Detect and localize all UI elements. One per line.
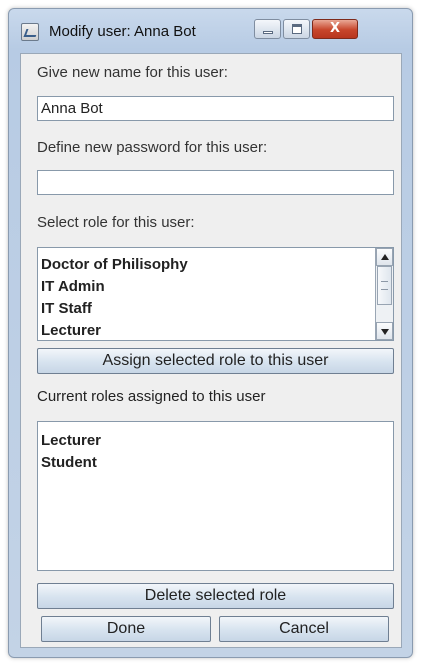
minimize-button[interactable]: [254, 19, 281, 39]
current-roles-list[interactable]: Lecturer Student: [37, 421, 394, 571]
list-item[interactable]: Lecturer: [38, 320, 393, 340]
close-icon: X: [329, 21, 341, 36]
name-input[interactable]: [37, 96, 394, 121]
title-bar[interactable]: Modify user: Anna Bot X: [9, 9, 412, 53]
list-item[interactable]: IT Staff: [38, 298, 393, 320]
roles-scrollbar[interactable]: [375, 248, 393, 340]
list-item[interactable]: Student: [38, 452, 393, 474]
window-title: Modify user: Anna Bot: [49, 23, 196, 40]
dialog-content: Give new name for this user: Define new …: [20, 53, 402, 648]
list-item[interactable]: Doctor of Philisophy: [38, 254, 393, 276]
close-button[interactable]: X: [312, 19, 358, 39]
name-label: Give new name for this user:: [37, 64, 228, 81]
list-item[interactable]: IT Admin: [38, 276, 393, 298]
available-roles-list[interactable]: Doctor of Philisophy IT Admin IT Staff L…: [37, 247, 394, 341]
arrow-down-icon[interactable]: [376, 322, 393, 340]
scroll-thumb[interactable]: [377, 266, 392, 305]
password-label: Define new password for this user:: [37, 139, 268, 156]
java-window-icon: [21, 23, 39, 41]
select-role-label: Select role for this user:: [37, 214, 195, 231]
current-roles-label: Current roles assigned to this user: [37, 388, 266, 405]
maximize-button[interactable]: [283, 19, 310, 39]
arrow-up-icon[interactable]: [376, 248, 393, 266]
assign-role-button[interactable]: Assign selected role to this user: [37, 348, 394, 374]
delete-role-button[interactable]: Delete selected role: [37, 583, 394, 609]
cancel-button[interactable]: Cancel: [219, 616, 389, 642]
list-item[interactable]: Lecturer: [38, 430, 393, 452]
password-input[interactable]: [37, 170, 394, 195]
done-button[interactable]: Done: [41, 616, 211, 642]
modify-user-dialog: Modify user: Anna Bot X Give new name fo…: [8, 8, 413, 658]
